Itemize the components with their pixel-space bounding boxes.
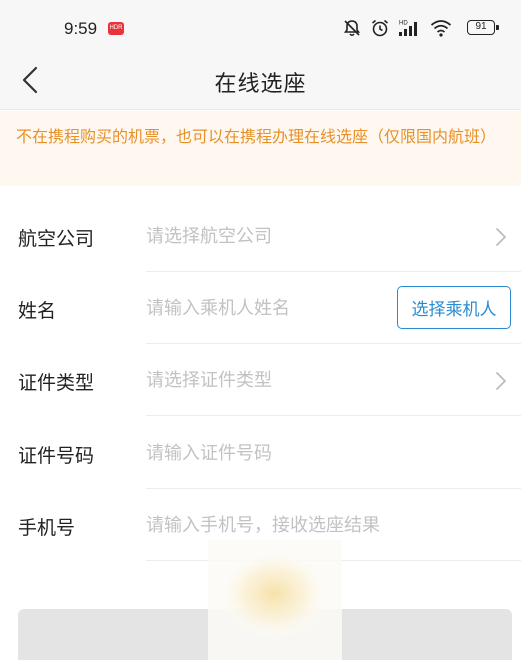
mute-icon <box>343 20 361 37</box>
passenger-name-input[interactable] <box>146 294 386 322</box>
phone-input[interactable] <box>146 511 476 539</box>
name-row: 姓名 选择乘机人 <box>0 272 521 344</box>
status-time: 9:59 <box>64 19 98 38</box>
id-type-label: 证件类型 <box>18 372 95 394</box>
hdr-badge: HDR <box>108 22 124 35</box>
id-type-select[interactable] <box>146 366 406 394</box>
status-bar: 9:59 HDR HD 91 <box>0 0 521 50</box>
id-number-input[interactable] <box>146 439 406 467</box>
id-type-row[interactable]: 证件类型 <box>0 344 521 416</box>
alarm-icon <box>371 19 389 37</box>
notice-banner: 不在携程购买的机票，也可以在携程办理在线选座（仅限国内航班） <box>0 111 521 186</box>
svg-text:HD: HD <box>399 21 408 27</box>
airline-row[interactable]: 航空公司 <box>0 200 521 272</box>
phone-label: 手机号 <box>18 517 76 539</box>
battery-icon: 91 <box>467 20 499 35</box>
airline-label: 航空公司 <box>18 228 95 250</box>
divider <box>146 415 521 416</box>
page-title: 在线选座 <box>214 72 307 97</box>
chevron-right-icon[interactable] <box>491 224 511 250</box>
chevron-right-icon[interactable] <box>491 368 511 394</box>
hd-signal-icon: HD <box>399 21 417 36</box>
airline-select[interactable] <box>146 222 406 250</box>
wifi-icon <box>430 20 452 37</box>
id-number-label: 证件号码 <box>18 445 95 467</box>
status-icons: HD <box>342 16 452 40</box>
submit-button[interactable] <box>18 609 512 660</box>
nav-bar: 在线选座 <box>0 50 521 110</box>
notice-text: 不在携程购买的机票，也可以在携程办理在线选座（仅限国内航班） <box>16 127 497 146</box>
name-label: 姓名 <box>18 300 57 322</box>
phone-row: 手机号 <box>0 489 521 561</box>
divider <box>146 560 521 561</box>
select-passenger-button[interactable]: 选择乘机人 <box>397 286 511 329</box>
id-number-row: 证件号码 <box>0 417 521 489</box>
